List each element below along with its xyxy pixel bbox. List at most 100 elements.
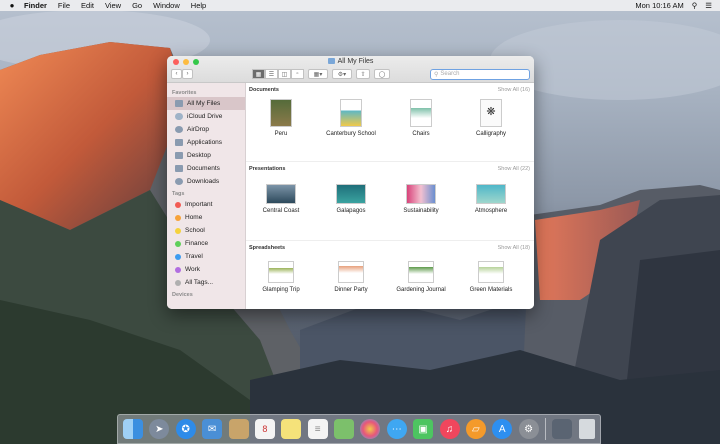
tag-dot-icon [175,227,181,234]
itunes-icon[interactable]: ♫ [439,419,460,439]
mail-icon[interactable]: ✉ [202,419,223,439]
search-icon: ⚲ [434,71,439,78]
show-all-link[interactable]: Show All (18) [498,245,530,251]
finder-window: All My Files ‹ › ▦ ☰ ◫ ▫ ▦▾ ⚙▾ ⇧ ◯ ⚲ Sea… [167,56,534,309]
dock-separator [545,418,546,440]
spreadsheet-thumbnail-icon [478,261,504,283]
tag-dot-icon [175,266,181,273]
sidebar-tag-all-tags[interactable]: All Tags... [167,276,245,289]
downloads-stack-icon[interactable] [552,419,573,439]
section-title: Spreadsheets [249,245,286,251]
menu-bar: ● Finder File Edit View Go Window Help M… [0,0,720,11]
tag-dot-icon [175,253,181,260]
file-item[interactable]: Glamping Trip [246,257,316,293]
cover-flow-button[interactable]: ▫ [291,69,304,79]
reminders-icon[interactable]: ≡ [307,419,328,439]
sidebar-item-desktop[interactable]: Desktop [167,149,245,162]
trash-icon[interactable] [578,419,595,439]
search-input[interactable]: Search [440,71,459,77]
launchpad-icon[interactable]: ➤ [149,419,170,439]
file-item[interactable]: ❋ Calligraphy [456,99,526,137]
search-field[interactable]: ⚲ Search [430,68,530,80]
notification-center-icon[interactable]: ☰ [705,1,712,10]
sidebar-tag-finance[interactable]: Finance [167,237,245,250]
sidebar-tag-school[interactable]: School [167,224,245,237]
spreadsheet-thumbnail-icon [268,261,294,283]
menu-window[interactable]: Window [153,1,180,10]
file-item[interactable]: Central Coast [246,178,316,214]
show-all-link[interactable]: Show All (16) [498,87,530,93]
safari-icon[interactable]: ✪ [175,419,196,439]
spotlight-icon[interactable]: ⚲ [692,1,698,10]
file-item[interactable]: Dinner Party [316,257,386,293]
tags-button[interactable]: ◯ [374,69,390,79]
back-button[interactable]: ‹ [171,69,182,79]
tags-header: Tags [172,191,185,197]
presentation-thumbnail-icon [406,184,436,204]
menu-help[interactable]: Help [191,1,206,10]
ibooks-icon[interactable]: ▱ [465,419,486,439]
column-view-button[interactable]: ◫ [278,69,291,79]
spreadsheet-thumbnail-icon [338,261,364,283]
section-title: Documents [249,87,279,93]
sidebar-item-icloud-drive[interactable]: iCloud Drive [167,110,245,123]
clock[interactable]: Mon 10:16 AM [635,1,683,10]
file-item[interactable]: Chairs [386,99,456,137]
window-titlebar[interactable]: All My Files ‹ › ▦ ☰ ◫ ▫ ▦▾ ⚙▾ ⇧ ◯ ⚲ Sea… [167,56,534,83]
file-item[interactable]: Canterbury School [316,99,386,137]
calendar-icon[interactable]: 8 [254,419,275,439]
maps-icon[interactable] [334,419,354,439]
file-browser: Documents Show All (16) Peru Canterbury … [246,83,534,309]
file-item[interactable]: Sustainability [386,178,456,214]
action-button[interactable]: ⚙▾ [332,69,352,79]
forward-button[interactable]: › [182,69,193,79]
finder-icon[interactable] [123,419,143,439]
sidebar-tag-work[interactable]: Work [167,263,245,276]
show-all-link[interactable]: Show All (22) [498,166,530,172]
sidebar-item-all-my-files[interactable]: All My Files [167,97,245,110]
menu-edit[interactable]: Edit [81,1,94,10]
sidebar-item-airdrop[interactable]: AirDrop [167,123,245,136]
photos-icon[interactable] [360,419,381,439]
file-item[interactable]: Galapagos [316,178,386,214]
sidebar-tag-home[interactable]: Home [167,211,245,224]
file-item[interactable]: Peru [246,99,316,137]
spreadsheet-thumbnail-icon [408,261,434,283]
menu-go[interactable]: Go [132,1,142,10]
arrange-button[interactable]: ▦▾ [308,69,328,79]
messages-icon[interactable]: ⋯ [386,419,407,439]
system-preferences-icon[interactable]: ⚙ [518,419,539,439]
favorites-header: Favorites [172,90,197,96]
documents-icon [175,165,183,172]
sidebar: Favorites All My Files iCloud Drive AirD… [167,83,246,309]
file-item[interactable]: Green Materials [456,257,526,293]
dock: ➤ ✪ ✉ 8 ≡ ⋯ ▣ ♫ ▱ A ⚙ [117,414,601,444]
applications-icon [175,139,183,146]
menu-view[interactable]: View [105,1,121,10]
tag-dot-icon [175,214,181,221]
tag-dot-icon [175,201,181,208]
menu-file[interactable]: File [58,1,70,10]
apple-icon[interactable]: ● [0,1,24,10]
sidebar-tag-important[interactable]: Important [167,198,245,211]
sidebar-item-applications[interactable]: Applications [167,136,245,149]
list-view-button[interactable]: ☰ [265,69,278,79]
app-store-icon[interactable]: A [492,419,513,439]
menu-finder[interactable]: Finder [24,1,47,10]
file-item[interactable]: Atmosphere [456,178,526,214]
share-button[interactable]: ⇧ [356,69,370,79]
tag-dot-icon [175,240,181,247]
icon-view-button[interactable]: ▦ [252,69,265,79]
facetime-icon[interactable]: ▣ [413,419,434,439]
tag-dot-icon [175,279,181,286]
sidebar-item-documents[interactable]: Documents [167,162,245,175]
notes-icon[interactable] [281,419,302,439]
document-thumbnail-icon [410,99,432,127]
sidebar-item-downloads[interactable]: Downloads [167,175,245,188]
contacts-icon[interactable] [228,419,249,439]
all-files-icon [327,58,335,64]
section-spreadsheets: Spreadsheets Show All (18) Glamping Trip… [246,241,534,309]
file-item[interactable]: Gardening Journal [386,257,456,293]
sidebar-tag-travel[interactable]: Travel [167,250,245,263]
window-title: All My Files [167,58,534,65]
